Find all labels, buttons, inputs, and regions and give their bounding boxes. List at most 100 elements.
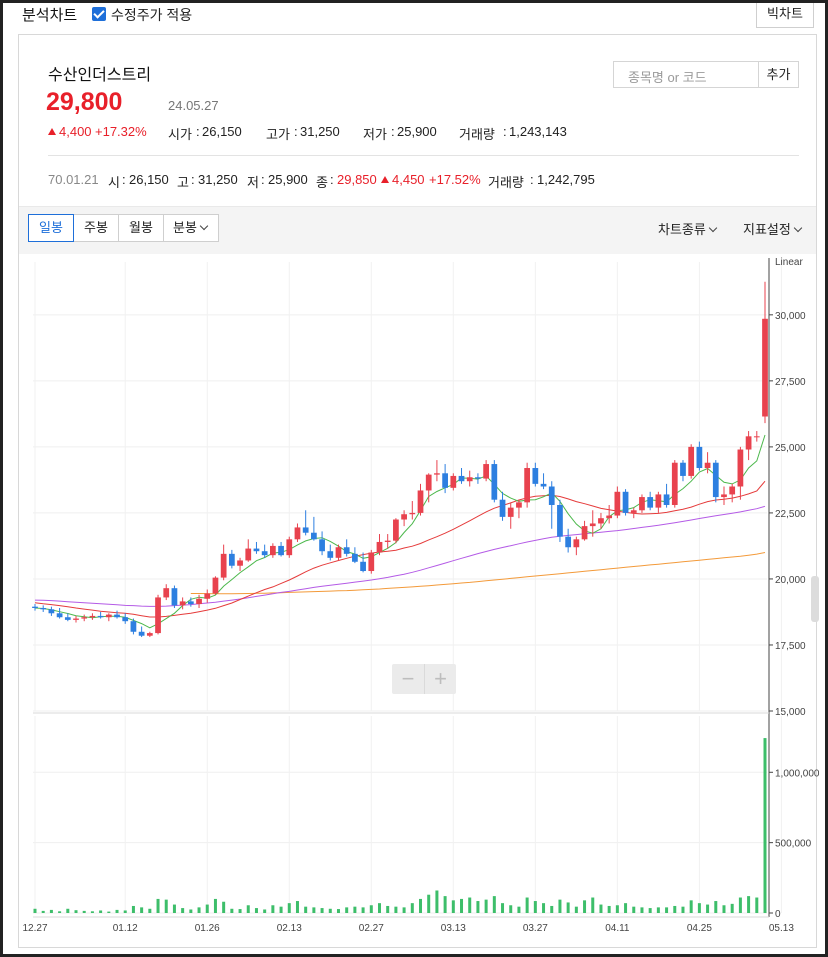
candle-body — [606, 515, 613, 519]
volume-bar — [107, 911, 111, 913]
candle-body — [327, 551, 334, 558]
volume-bar — [246, 905, 250, 913]
candle-body — [122, 617, 129, 622]
candle-body — [311, 532, 317, 540]
candle-body — [212, 577, 219, 594]
candle-body — [696, 446, 703, 469]
candle-body — [671, 462, 678, 505]
candle-body — [376, 541, 383, 553]
price-tick-label: 20,000 — [775, 575, 806, 586]
candle-body — [138, 631, 145, 636]
volume-bar — [714, 901, 718, 913]
volume-bar — [41, 910, 45, 913]
candle-body — [360, 561, 366, 572]
candle-body — [540, 483, 547, 487]
volume-bar — [181, 908, 185, 913]
time-tick-label: 02.27 — [359, 923, 384, 934]
candle-body — [204, 593, 211, 599]
volume-bar — [656, 907, 660, 913]
time-tick-label: 04.11 — [605, 923, 630, 934]
volume-bar — [427, 894, 431, 913]
time-tick-label: 01.12 — [113, 923, 138, 934]
candle-body — [524, 468, 531, 503]
candle-body — [712, 462, 719, 498]
stock-chart[interactable]: Linear 30,000 27,500 25,000 22,500 20,000 17,5… — [0, 0, 828, 957]
volume-bar — [435, 890, 439, 913]
volume-bar — [460, 898, 464, 913]
time-tick-label: 04.25 — [687, 923, 712, 934]
candle-body — [261, 551, 268, 556]
candle-body — [319, 539, 325, 552]
volume-bar — [419, 898, 423, 913]
volume-bar — [361, 907, 365, 913]
candle-body — [516, 502, 522, 508]
volume-bar — [525, 897, 529, 913]
plus-icon[interactable]: + — [424, 664, 456, 694]
candle-body — [630, 510, 637, 513]
volume-bar — [558, 899, 562, 913]
volume-bar — [566, 902, 570, 913]
candle-body — [458, 475, 465, 482]
price-tick-label: 22,500 — [775, 509, 806, 520]
volume-tick-label: 1,000,000 — [775, 768, 820, 779]
time-tick-label: 03.27 — [523, 923, 548, 934]
candle-body — [171, 588, 178, 606]
volume-bar — [279, 906, 283, 913]
price-tick-label: 30,000 — [775, 311, 806, 322]
candle-body — [573, 539, 580, 548]
time-tick-label: 03.13 — [441, 923, 466, 934]
price-tick-label: 15,000 — [775, 707, 806, 718]
candle-body — [220, 553, 227, 578]
scale-label: Linear — [775, 257, 803, 268]
candle-body — [187, 601, 194, 605]
volume-bar — [402, 907, 406, 913]
tab-daily[interactable]: 일봉 — [28, 214, 74, 242]
volume-bar — [99, 910, 103, 913]
volume-bar — [410, 903, 414, 913]
candle-body — [155, 597, 161, 634]
candle-body — [565, 536, 572, 548]
candle-body — [48, 609, 55, 614]
time-tick-label: 02.13 — [277, 923, 302, 934]
price-tick-label: 27,500 — [775, 377, 806, 388]
candle-body — [737, 449, 744, 487]
candle-body — [688, 446, 695, 476]
volume-bar — [574, 906, 578, 913]
volume-bar — [591, 897, 595, 913]
volume-bar — [501, 903, 505, 913]
candle-body — [442, 473, 448, 488]
volume-bar — [394, 906, 398, 913]
volume-bar — [140, 907, 144, 913]
candle-body — [146, 633, 153, 636]
candle-body — [425, 474, 432, 491]
volume-bar — [353, 906, 357, 913]
candle-body — [704, 462, 711, 469]
volume-bar — [33, 908, 37, 913]
candle-body — [450, 475, 457, 488]
candle-body — [179, 601, 186, 606]
volume-bar — [681, 906, 685, 913]
candle-body — [466, 477, 473, 482]
candle-body — [73, 618, 79, 620]
candle-body — [589, 523, 596, 527]
volume-bar — [607, 905, 611, 913]
candle-body — [163, 588, 170, 598]
volume-bar — [345, 907, 349, 913]
volume-bar — [468, 897, 472, 913]
candle-body — [499, 499, 506, 517]
volume-bar — [648, 908, 652, 913]
candle-body — [228, 553, 235, 566]
candle-body — [40, 607, 47, 610]
candle-body — [475, 477, 481, 479]
side-scroll-handle[interactable] — [811, 576, 819, 622]
volume-bar — [377, 903, 381, 913]
volume-bar — [295, 901, 299, 913]
volume-bar — [673, 905, 677, 913]
price-pane — [33, 262, 767, 711]
candle-body — [343, 547, 350, 554]
candle-body — [622, 491, 629, 513]
candle-body — [721, 494, 727, 498]
volume-bar — [304, 906, 308, 913]
candle-body — [745, 436, 752, 450]
minus-icon[interactable]: − — [392, 664, 424, 694]
